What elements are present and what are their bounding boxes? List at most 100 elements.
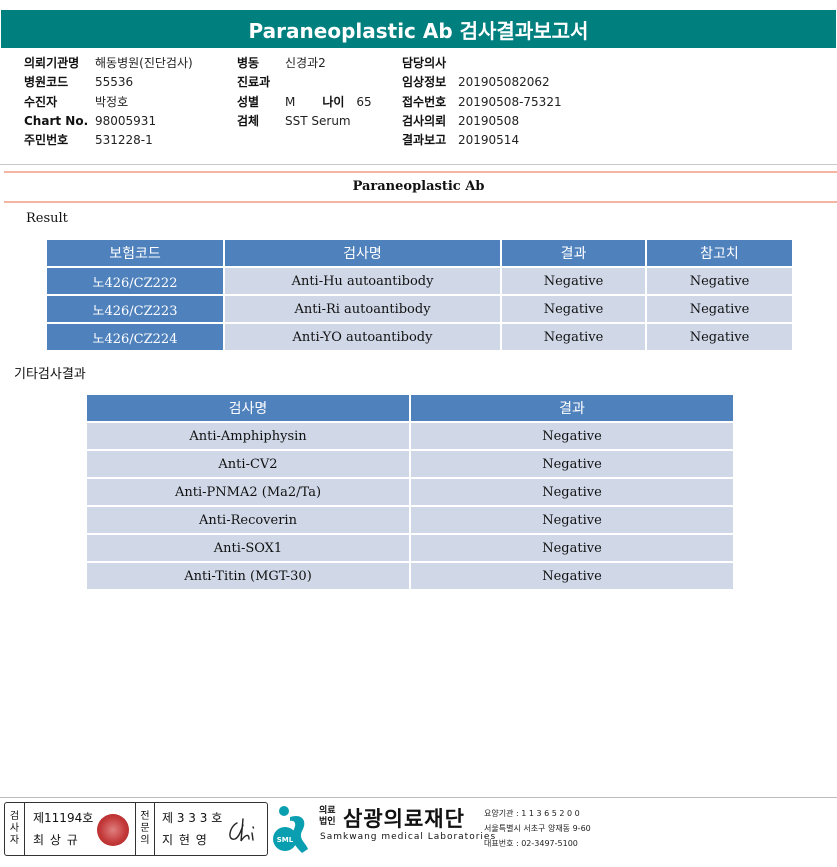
table-row: Anti-Amphiphysin Negative <box>87 423 733 449</box>
table-row: Anti-Recoverin Negative <box>87 507 733 533</box>
info-value: 20190508 <box>458 113 520 128</box>
specialist-name: 지 현 영 <box>162 833 208 847</box>
divider <box>0 164 837 165</box>
age-label: 나이 <box>322 94 345 109</box>
info-label: 성별 <box>237 94 260 109</box>
reference-cell: Negative <box>647 268 792 294</box>
info-label: 결과보고 <box>402 133 447 148</box>
result-cell: Negative <box>502 268 645 294</box>
info-row: 담당의사 <box>402 54 562 73</box>
test-name-cell: Anti-Titin (MGT-30) <box>87 563 409 589</box>
test-name-cell: Anti-Hu autoantibody <box>225 268 500 294</box>
test-name-cell: Anti-YO autoantibody <box>225 324 500 350</box>
report-title: Paraneoplastic Ab 검사결과보고서 <box>1 10 836 48</box>
info-label: Chart No. <box>24 113 89 128</box>
org-type-line: 의료 <box>319 806 336 816</box>
info-row: 주민번호 531228-1 <box>24 131 193 150</box>
table-row: 노426/CZ223 Anti-Ri autoantibody Negative… <box>47 296 792 322</box>
column-header: 결과 <box>502 240 645 266</box>
info-label: 병동 <box>237 56 260 70</box>
org-english-name: Samkwang medical Laboratories <box>320 832 497 842</box>
label-char: 문 <box>140 823 150 834</box>
table-row: Anti-CV2 Negative <box>87 451 733 477</box>
tester-name: 최 상 규 <box>33 833 79 847</box>
result-cell: Negative <box>411 479 733 505</box>
info-row: Chart No. 98005931 <box>24 112 193 131</box>
label-char: 전 <box>140 811 150 822</box>
info-label: 검체 <box>237 113 260 128</box>
info-label: 임상정보 <box>402 75 447 90</box>
result-cell: Negative <box>411 535 733 561</box>
info-row: 임상정보 201905082062 <box>402 73 562 92</box>
info-value: 신경과2 <box>285 56 326 70</box>
official-seal <box>97 814 129 846</box>
result-cell: Negative <box>502 324 645 350</box>
info-value: 20190514 <box>458 133 520 148</box>
label-char: 검 <box>9 811 20 822</box>
result-cell: Negative <box>411 507 733 533</box>
sml-logo-icon: SML <box>273 806 308 853</box>
section-title: Paraneoplastic Ab <box>352 179 485 194</box>
other-results-label: 기타검사결과 <box>14 367 86 382</box>
info-row: 검체 SST Serum <box>237 112 372 131</box>
table-row: Anti-PNMA2 (Ma2/Ta) Negative <box>87 479 733 505</box>
footer-divider <box>0 797 837 798</box>
info-row: 의뢰기관명 해동병원(진단검사) <box>24 54 193 73</box>
org-type-line: 법인 <box>319 817 336 827</box>
column-header: 검사명 <box>225 240 500 266</box>
insurance-code-cell: 노426/CZ222 <box>47 268 223 294</box>
test-name-cell: Anti-Recoverin <box>87 507 409 533</box>
info-value: 박정호 <box>95 94 129 109</box>
column-header: 보험코드 <box>47 240 223 266</box>
result-cell: Negative <box>411 423 733 449</box>
logo-text: SML <box>277 836 294 844</box>
info-column-1: 의뢰기관명 해동병원(진단검사) 병원코드 55536 수진자 박정호 Chart N… <box>24 54 193 150</box>
info-row: 결과보고 20190514 <box>402 131 562 150</box>
other-results-table: 검사명 결과 Anti-Amphiphysin Negative Anti-CV2… <box>85 393 735 591</box>
info-value: SST Serum <box>285 113 351 128</box>
info-row: 성별 M 나이 65 <box>237 93 372 112</box>
info-label: 병원코드 <box>24 75 69 90</box>
label-char: 자 <box>9 835 20 846</box>
org-type: 의료 법인 <box>319 806 336 828</box>
org-name: 삼광의료재단 <box>343 807 465 831</box>
divider <box>4 201 837 203</box>
info-column-3: 담당의사 임상정보 201905082062 접수번호 20190508-75321… <box>402 54 562 150</box>
column-header: 결과 <box>411 395 733 421</box>
table-header-row: 보험코드 검사명 결과 참고치 <box>47 240 792 266</box>
tester-license: 제11194호 <box>33 811 94 825</box>
age-value: 65 <box>356 94 372 109</box>
table-row: Anti-Titin (MGT-30) Negative <box>87 563 733 589</box>
info-value: 20190508-75321 <box>458 94 562 109</box>
divider <box>4 171 837 173</box>
table-header-row: 검사명 결과 <box>87 395 733 421</box>
test-name-cell: Anti-SOX1 <box>87 535 409 561</box>
test-name-cell: Anti-Ri autoantibody <box>225 296 500 322</box>
sex-value: M <box>285 94 296 109</box>
info-label: 진료과 <box>237 75 271 90</box>
info-row: 검사의뢰 20190508 <box>402 112 562 131</box>
org-code: 요양기관 : 1 1 3 6 5 2 0 0 <box>484 809 580 818</box>
info-value: 531228-1 <box>95 133 153 148</box>
org-address: 서울특별시 서초구 양재동 9-60 <box>484 824 591 833</box>
label-char: 의 <box>140 835 150 846</box>
column-header: 참고치 <box>647 240 792 266</box>
result-table: 보험코드 검사명 결과 참고치 노426/CZ222 Anti-Hu autoa… <box>45 238 794 352</box>
info-column-2: 병동 신경과2 진료과 성별 M 나이 65 검체 SST Serum <box>237 54 372 131</box>
info-value: 해동병원(진단검사) <box>95 56 193 70</box>
test-name-cell: Anti-Amphiphysin <box>87 423 409 449</box>
info-label: 검사의뢰 <box>402 113 447 128</box>
specialist-license: 제 3 3 3 호 <box>162 811 223 825</box>
info-value: 55536 <box>95 75 134 90</box>
info-row: 병동 신경과2 <box>237 54 372 73</box>
org-contact-info: 요양기관 : 1 1 3 6 5 2 0 0 서울특별시 서초구 양재동 9-6… <box>484 806 591 851</box>
result-label: Result <box>26 211 68 226</box>
specialist-vertical-label: 전 문 의 <box>135 803 155 855</box>
info-row: 수진자 박정호 <box>24 93 193 112</box>
column-header: 검사명 <box>87 395 409 421</box>
result-cell: Negative <box>411 563 733 589</box>
test-name-cell: Anti-PNMA2 (Ma2/Ta) <box>87 479 409 505</box>
info-value: 98005931 <box>95 113 157 128</box>
insurance-code-cell: 노426/CZ224 <box>47 324 223 350</box>
info-row: 진료과 <box>237 73 372 92</box>
